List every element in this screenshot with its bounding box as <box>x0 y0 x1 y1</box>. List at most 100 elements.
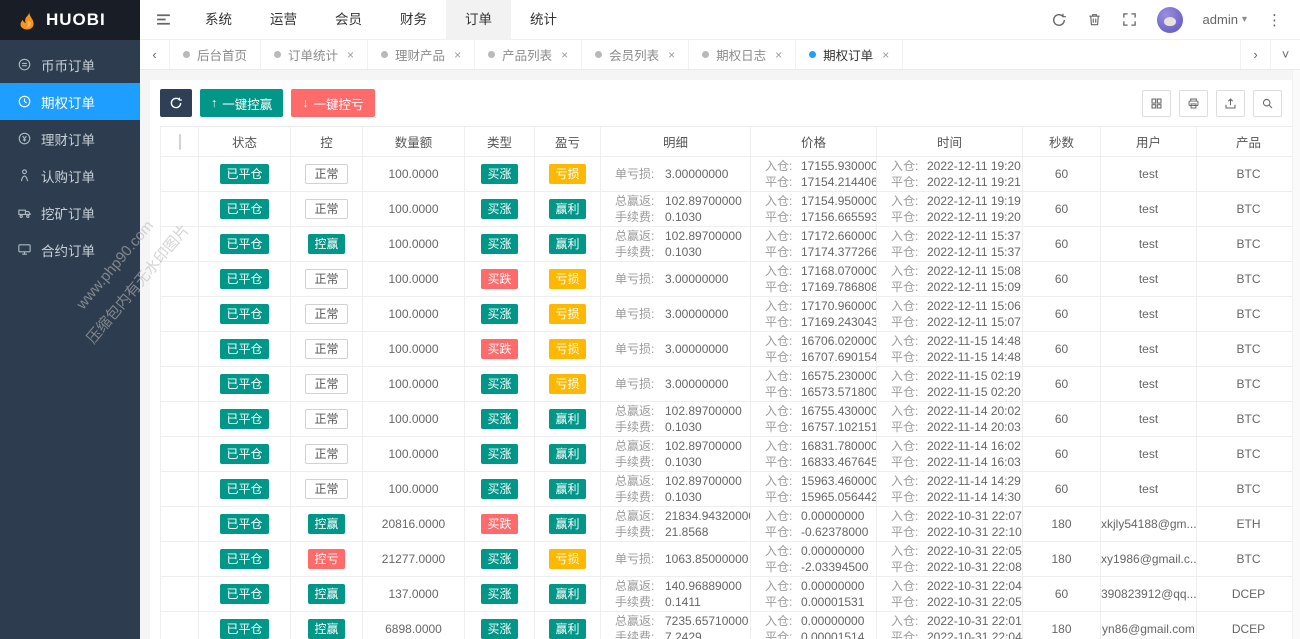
tab-产品列表[interactable]: 产品列表× <box>475 40 582 69</box>
close-icon[interactable]: × <box>882 48 889 62</box>
sidebar-item-期权订单[interactable]: 期权订单 <box>0 83 140 120</box>
control-badge[interactable]: 正常 <box>305 269 347 289</box>
line-label: 入仓: <box>765 193 801 209</box>
result-badge: 赢利 <box>549 584 585 604</box>
label-value-line: 手续费:0.1030 <box>615 419 750 435</box>
fullscreen-icon[interactable] <box>1122 12 1137 27</box>
status-cell: 已平仓 <box>199 542 291 577</box>
line-label: 入仓: <box>891 158 927 174</box>
line-label: 平仓: <box>765 384 801 400</box>
result-badge: 亏损 <box>549 549 585 569</box>
table-head: 状态控数量额类型盈亏明细价格时间秒数用户产品 <box>161 127 1300 157</box>
sidebar-item-理财订单[interactable]: 理财订单 <box>0 120 140 157</box>
tab-期权订单[interactable]: 期权订单× <box>796 40 903 69</box>
control-badge[interactable]: 控赢 <box>308 619 344 639</box>
type-cell: 买涨 <box>465 227 535 262</box>
line-label: 总赢返: <box>615 508 665 524</box>
search-icon[interactable] <box>1253 90 1282 117</box>
close-icon[interactable]: × <box>347 48 354 62</box>
force-lose-button[interactable]: ↓ 一键控亏 <box>291 89 374 117</box>
topnav-item[interactable]: 会员 <box>316 0 381 40</box>
amount-cell: 100.0000 <box>363 262 465 297</box>
detail-cell: 总赢返:140.96889000手续费:0.1411 <box>601 577 751 612</box>
row-select-cell <box>161 437 199 472</box>
tabs-scroll-right-icon[interactable]: › <box>1240 40 1270 69</box>
seconds-cell: 60 <box>1023 577 1101 612</box>
user-menu[interactable]: admin ▾ <box>1203 12 1247 27</box>
control-badge[interactable]: 正常 <box>305 479 347 499</box>
tab-dot-icon <box>809 51 816 58</box>
tabs-scroll-left-icon[interactable]: ‹ <box>140 40 170 69</box>
topnav-item[interactable]: 运营 <box>251 0 316 40</box>
tab-dot-icon <box>183 51 190 58</box>
print-icon[interactable] <box>1179 90 1208 117</box>
close-icon[interactable]: × <box>561 48 568 62</box>
topnav-item[interactable]: 系统 <box>186 0 251 40</box>
label-value-line: 平仓:2022-11-14 20:03:01 <box>891 419 1022 435</box>
brand-logo[interactable]: HUOBI <box>0 0 140 40</box>
amount-cell: 100.0000 <box>363 297 465 332</box>
sidebar-item-挖矿订单[interactable]: 挖矿订单 <box>0 194 140 231</box>
label-value-line: 入仓:2022-12-11 19:19:47 <box>891 193 1022 209</box>
line-label: 平仓: <box>891 594 927 610</box>
tab-后台首页[interactable]: 后台首页 <box>170 40 261 69</box>
status-cell: 已平仓 <box>199 507 291 542</box>
force-win-button[interactable]: ↑ 一键控赢 <box>200 89 283 117</box>
result-cell: 赢利 <box>535 227 601 262</box>
sidebar-item-认购订单[interactable]: 认购订单 <box>0 157 140 194</box>
trash-icon[interactable] <box>1087 12 1102 27</box>
control-badge[interactable]: 控赢 <box>308 514 344 534</box>
tab-订单统计[interactable]: 订单统计× <box>261 40 368 69</box>
topnav-item[interactable]: 统计 <box>511 0 576 40</box>
control-badge[interactable]: 控亏 <box>308 549 344 569</box>
type-cell: 买涨 <box>465 367 535 402</box>
export-icon[interactable] <box>1216 90 1245 117</box>
table-row: 已平仓正常100.0000买涨亏损单亏损:3.00000000入仓:16575.… <box>161 367 1300 402</box>
table-row: 已平仓正常100.0000买涨亏损单亏损:3.00000000入仓:17170.… <box>161 297 1300 332</box>
control-badge[interactable]: 正常 <box>305 164 347 184</box>
tab-理财产品[interactable]: 理财产品× <box>368 40 475 69</box>
control-badge[interactable]: 正常 <box>305 409 347 429</box>
column-header: 盈亏 <box>535 127 601 157</box>
label-value-line: 单亏损:3.00000000 <box>615 271 750 287</box>
line-value: 102.89700000 <box>665 193 742 209</box>
control-badge[interactable]: 控赢 <box>308 584 344 604</box>
seconds-cell: 60 <box>1023 297 1101 332</box>
control-badge[interactable]: 正常 <box>305 339 347 359</box>
topnav-item[interactable]: 财务 <box>381 0 446 40</box>
refresh-icon[interactable] <box>1051 12 1067 28</box>
control-badge[interactable]: 控赢 <box>308 234 344 254</box>
close-icon[interactable]: × <box>454 48 461 62</box>
orders-table: 状态控数量额类型盈亏明细价格时间秒数用户产品 已平仓正常100.0000买涨亏损… <box>160 126 1300 639</box>
line-label: 平仓: <box>891 349 927 365</box>
control-badge[interactable]: 正常 <box>305 444 347 464</box>
time-cell: 入仓:2022-12-11 19:20:49平仓:2022-12-11 19:2… <box>877 157 1023 192</box>
seconds-cell: 60 <box>1023 367 1101 402</box>
control-badge[interactable]: 正常 <box>305 199 347 219</box>
avatar[interactable] <box>1157 7 1183 33</box>
close-icon[interactable]: × <box>668 48 675 62</box>
control-badge[interactable]: 正常 <box>305 304 347 324</box>
line-label: 平仓: <box>891 174 927 190</box>
tabs-menu-icon[interactable]: ˅ <box>1270 40 1300 69</box>
collapse-menu-icon[interactable] <box>140 0 186 40</box>
scrollbar[interactable] <box>1292 70 1300 639</box>
line-value: 2022-12-11 15:08:32 <box>927 263 1023 279</box>
control-badge[interactable]: 正常 <box>305 374 347 394</box>
tab-label: 期权日志 <box>716 45 766 64</box>
detail-cell: 总赢返:102.89700000手续费:0.1030 <box>601 472 751 507</box>
filter-columns-icon[interactable] <box>1142 90 1171 117</box>
tab-期权日志[interactable]: 期权日志 × <box>689 40 796 69</box>
sidebar-item-币币订单[interactable]: 币币订单 <box>0 46 140 83</box>
line-label: 平仓: <box>765 559 801 575</box>
more-options-icon[interactable]: ⋮ <box>1267 11 1282 29</box>
select-all-checkbox[interactable] <box>179 134 181 150</box>
topnav-item[interactable]: 订单 <box>446 0 511 40</box>
control-cell: 正常 <box>291 367 363 402</box>
sidebar-item-合约订单[interactable]: 合约订单 <box>0 231 140 268</box>
tab-会员列表[interactable]: 会员列表× <box>582 40 689 69</box>
close-icon[interactable]: × <box>775 48 782 62</box>
line-value: 0.1030 <box>665 419 702 435</box>
line-value: 17172.66000000 <box>801 228 877 244</box>
refresh-table-button[interactable] <box>160 89 192 117</box>
